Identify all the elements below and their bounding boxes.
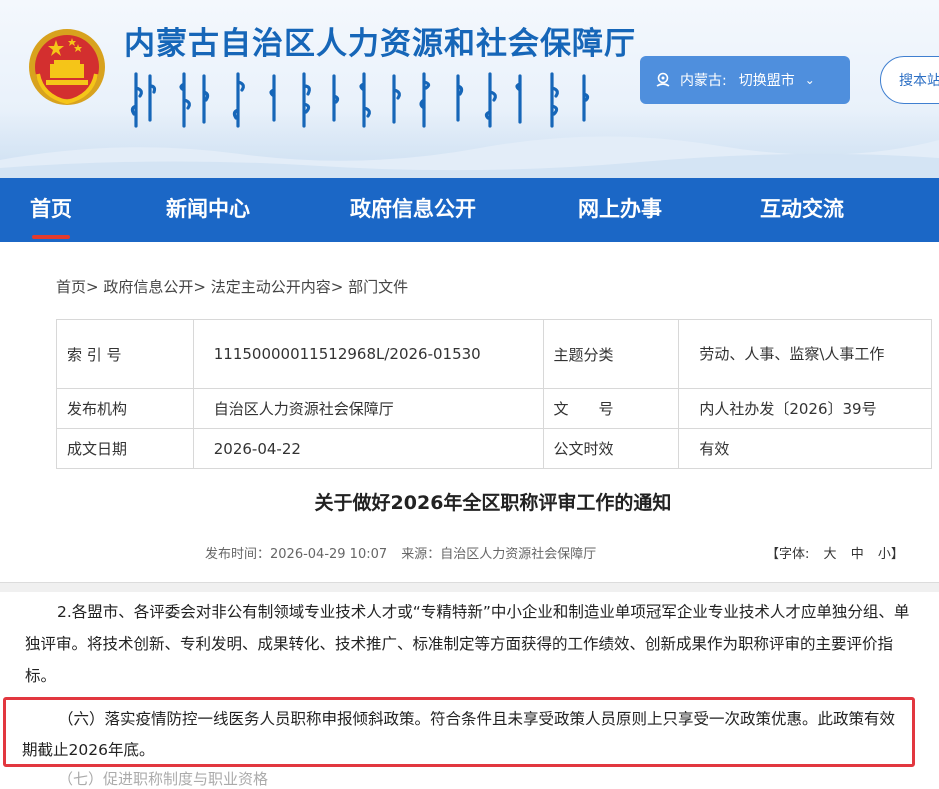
meta-date-value: 2026-04-22 xyxy=(192,428,544,469)
meta-validity-label: 公文时效 xyxy=(542,428,680,469)
meta-org-label: 发布机构 xyxy=(56,388,194,429)
breadcrumb-gov-info[interactable]: 政府信息公开 xyxy=(103,278,193,296)
font-size-control: 【字体: 大 中 小】 xyxy=(766,543,904,562)
publish-source: 来源：自治区人力资源社会保障厅 xyxy=(401,547,597,562)
publish-time: 发布时间：2026-04-29 10:07 xyxy=(205,547,388,562)
meta-index-label: 索 引 号 xyxy=(56,319,194,389)
region-current-label: 内蒙古: xyxy=(680,73,727,89)
meta-docno-value: 内人社办发〔2026〕39号 xyxy=(678,388,932,429)
national-emblem-icon xyxy=(29,29,105,105)
region-switcher[interactable]: 内蒙古: 切换盟市 ⌄ xyxy=(640,56,850,104)
article-body: 2.各盟市、各评委会对非公有制领域专业技术人才或“专精特新”中小企业和制造业单项… xyxy=(25,596,911,692)
nav-item-news[interactable]: 新闻中心 xyxy=(166,178,250,242)
main-nav: 首页 新闻中心 政府信息公开 网上办事 互动交流 xyxy=(0,178,939,242)
meta-org-value: 自治区人力资源社会保障厅 xyxy=(192,388,544,429)
mongolian-script-title-logo xyxy=(130,72,590,128)
meta-index-value: 11150000011512968L/2026-01530 xyxy=(192,319,544,389)
location-pin-icon xyxy=(656,72,670,87)
highlighted-paragraph: （六）落实疫情防控一线医务人员职称申报倾斜政策。符合条件且未享受政策人员原则上只… xyxy=(22,704,908,766)
nav-item-gov-info[interactable]: 政府信息公开 xyxy=(350,178,476,242)
site-title: 内蒙古自治区人力资源和社会保障厅 xyxy=(124,26,636,62)
table-row: 发布机构 自治区人力资源社会保障厅 文 号 内人社办发〔2026〕39号 xyxy=(56,388,932,429)
meta-topic-label: 主题分类 xyxy=(542,319,680,389)
breadcrumb-dept-docs[interactable]: 部门文件 xyxy=(348,278,408,296)
breadcrumb-home[interactable]: 首页 xyxy=(56,278,86,296)
publish-info: 发布时间：2026-04-29 10:07 来源：自治区人力资源社会保障厅 xyxy=(205,543,596,562)
nav-item-home[interactable]: 首页 xyxy=(30,178,72,242)
font-size-small[interactable]: 小】 xyxy=(878,547,904,562)
section-divider xyxy=(0,582,939,592)
meta-topic-value: 劳动、人事、监察\人事工作 xyxy=(678,319,932,389)
site-search-button[interactable]: 搜本站 xyxy=(880,56,939,104)
font-size-large[interactable]: 大 xyxy=(824,547,837,562)
chevron-down-icon[interactable]: ⌄ xyxy=(805,73,815,87)
font-size-label: 【字体: xyxy=(766,547,810,562)
paragraph-2: 2.各盟市、各评委会对非公有制领域专业技术人才或“专精特新”中小企业和制造业单项… xyxy=(25,603,910,685)
meta-validity-value: 有效 xyxy=(678,428,932,469)
meta-docno-label: 文 号 xyxy=(542,388,680,429)
region-switch-link[interactable]: 切换盟市 xyxy=(739,70,795,90)
table-row: 索 引 号 11150000011512968L/2026-01530 主题分类… xyxy=(56,319,932,389)
article-title: 关于做好2026年全区职称评审工作的通知 xyxy=(314,492,672,514)
table-row: 成文日期 2026-04-22 公文时效 有效 xyxy=(56,428,932,469)
nav-item-online-services[interactable]: 网上办事 xyxy=(578,178,662,242)
meta-date-label: 成文日期 xyxy=(56,428,194,469)
breadcrumb: 首页> 政府信息公开> 法定主动公开内容> 部门文件 xyxy=(56,278,409,296)
paragraph-6: （六）落实疫情防控一线医务人员职称申报倾斜政策。符合条件且未享受政策人员原则上只… xyxy=(22,710,896,759)
document-meta-table: 索 引 号 11150000011512968L/2026-01530 主题分类… xyxy=(56,319,932,469)
site-header: 内蒙古自治区人力资源和社会保障厅 内蒙古: 切换盟市 ⌄ 搜本站 xyxy=(0,0,939,178)
breadcrumb-statutory[interactable]: 法定主动公开内容 xyxy=(211,278,331,296)
font-size-medium[interactable]: 中 xyxy=(851,547,864,562)
nav-item-interaction[interactable]: 互动交流 xyxy=(760,178,844,242)
paragraph-7-partial: （七）促进职称制度与职业资格 xyxy=(58,770,269,788)
